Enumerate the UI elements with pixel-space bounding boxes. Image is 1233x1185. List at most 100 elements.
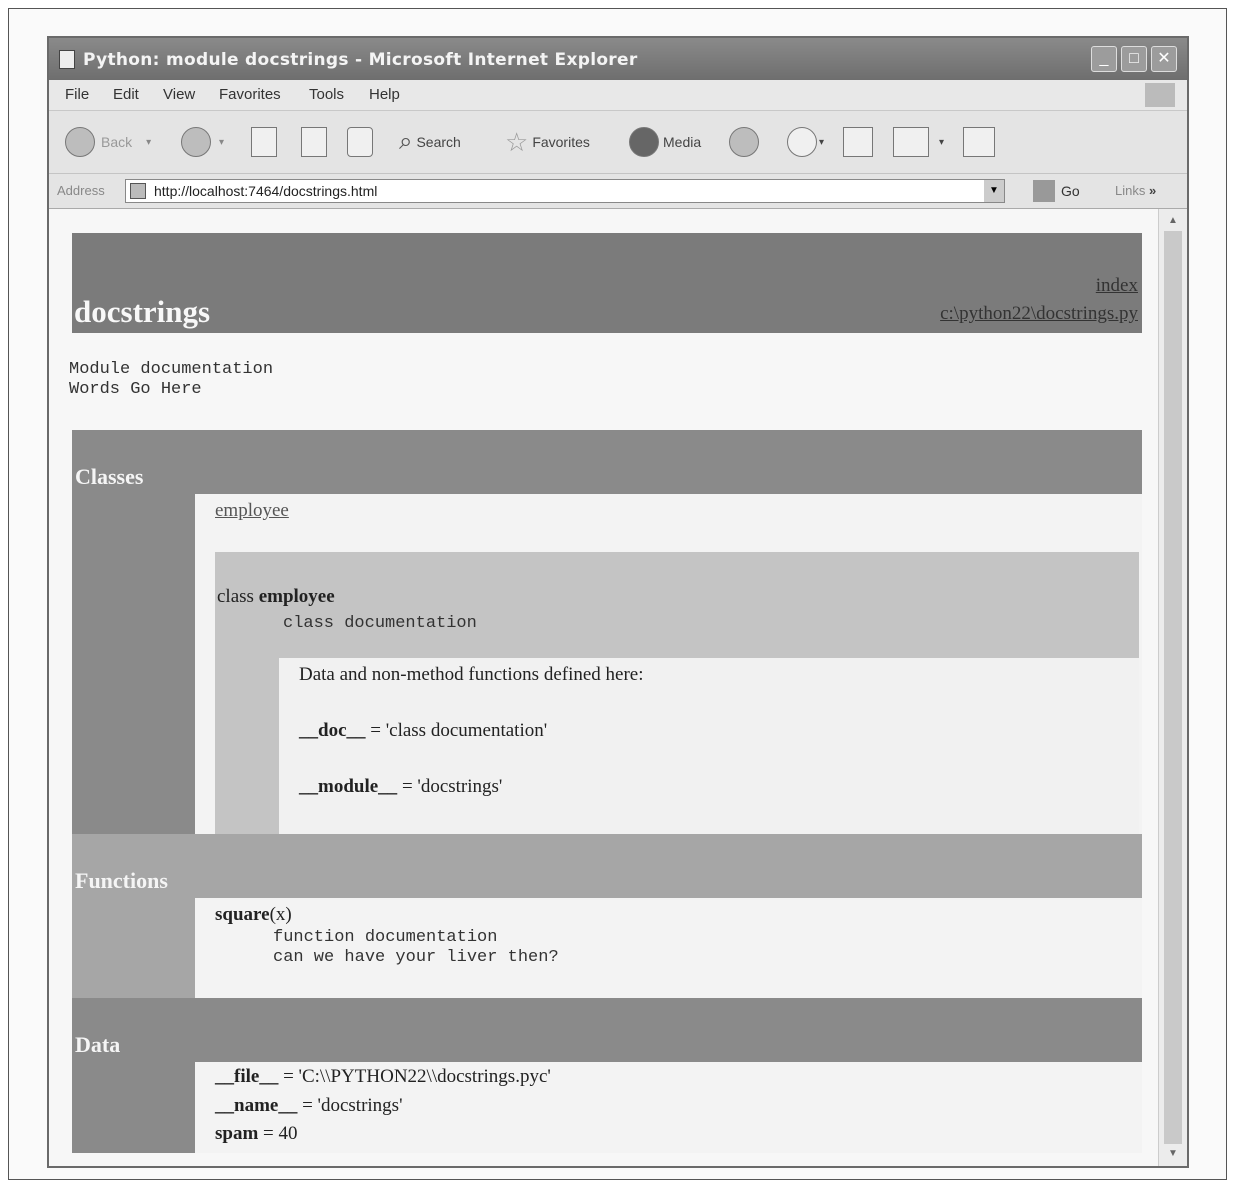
function-doc-line: function documentation — [273, 928, 498, 947]
address-label: Address — [57, 183, 105, 198]
attr-name: __module__ — [299, 776, 398, 797]
file-link[interactable]: c:\python22\docstrings.py — [940, 303, 1138, 325]
mail-dropdown-icon[interactable]: ▾ — [819, 137, 824, 148]
menu-help[interactable]: Help — [369, 86, 400, 103]
data-item: __name__ = 'docstrings' — [215, 1095, 403, 1117]
classes-body: employee class employee class documentat… — [195, 494, 1142, 834]
attr-value: = 'class documentation' — [365, 720, 548, 741]
title-bar: Python: module docstrings - Microsoft In… — [49, 38, 1187, 80]
data-value: = 'C:\\PYTHON22\\docstrings.pyc' — [278, 1066, 551, 1087]
discuss-button[interactable] — [963, 125, 995, 159]
home-button[interactable] — [347, 125, 373, 159]
edit-dropdown-icon[interactable]: ▾ — [939, 137, 944, 148]
history-icon — [729, 127, 759, 157]
forward-dropdown-icon[interactable]: ▾ — [219, 137, 224, 148]
edit-page-icon — [893, 127, 929, 157]
links-chevron-icon: » — [1148, 183, 1157, 198]
scroll-up-icon[interactable]: ▲ — [1159, 211, 1187, 231]
toolbar: Back ▾ ▾ ⌕ Search ☆ Favorites Media ▾ ▾ — [49, 111, 1187, 174]
star-icon: ☆ — [505, 126, 529, 157]
print-icon — [843, 127, 873, 157]
attr-value: = 'docstrings' — [397, 776, 503, 797]
class-employee-box: class employee class documentation Data … — [215, 552, 1139, 834]
menu-tools[interactable]: Tools — [309, 86, 344, 103]
edit-button[interactable]: ▾ — [893, 125, 944, 159]
address-input[interactable]: http://localhost:7464/docstrings.html ▼ — [125, 179, 1005, 203]
media-button[interactable]: Media — [629, 125, 701, 159]
windows-logo-icon — [1145, 83, 1175, 107]
menu-edit[interactable]: Edit — [113, 86, 139, 103]
mail-icon — [787, 127, 817, 157]
function-doc: function documentation can we have your … — [273, 928, 559, 968]
function-doc-line: can we have your liver then? — [273, 948, 559, 967]
module-heading: docstrings index c:\python22\docstrings.… — [72, 233, 1142, 333]
go-arrow-icon — [1033, 180, 1055, 202]
mail-button[interactable]: ▾ — [787, 125, 824, 159]
window-title: Python: module docstrings - Microsoft In… — [83, 50, 638, 70]
functions-body: square(x) function documentation can we … — [195, 898, 1142, 998]
home-icon — [347, 127, 373, 157]
go-label: Go — [1061, 183, 1080, 199]
favorites-button[interactable]: ☆ Favorites — [505, 125, 590, 159]
class-name: employee — [258, 586, 335, 607]
menu-favorites[interactable]: Favorites — [219, 86, 281, 103]
browser-window: Python: module docstrings - Microsoft In… — [47, 36, 1189, 1168]
class-doc: class documentation — [283, 614, 477, 633]
minimize-button[interactable]: _ — [1091, 46, 1117, 72]
attr-name: __doc__ — [299, 720, 366, 741]
data-name: __name__ — [215, 1095, 298, 1116]
back-arrow-icon — [65, 127, 95, 157]
module-doc: Module documentation Words Go Here — [69, 360, 273, 400]
history-button[interactable] — [729, 125, 759, 159]
classes-heading: Classes — [75, 464, 144, 489]
search-button[interactable]: ⌕ Search — [399, 125, 461, 159]
media-label: Media — [663, 134, 702, 150]
close-button[interactable]: ✕ — [1151, 46, 1177, 72]
address-dropdown-icon[interactable]: ▼ — [984, 180, 1004, 202]
maximize-button[interactable]: □ — [1121, 46, 1147, 72]
stop-button[interactable] — [251, 125, 277, 159]
ie-page-icon — [59, 50, 75, 69]
go-button[interactable]: Go — [1033, 180, 1080, 202]
back-button[interactable]: Back ▾ — [65, 125, 151, 159]
forward-button[interactable]: ▾ — [181, 125, 224, 159]
module-doc-line: Words Go Here — [69, 380, 202, 399]
address-url: http://localhost:7464/docstrings.html — [154, 183, 378, 199]
class-data-box: Data and non-method functions defined he… — [279, 658, 1139, 834]
class-attr-module: __module__ = 'docstrings' — [299, 776, 502, 798]
discuss-icon — [963, 127, 995, 157]
vertical-scrollbar[interactable]: ▲ ▼ — [1158, 209, 1187, 1166]
data-item: __file__ = 'C:\\PYTHON22\\docstrings.pyc… — [215, 1066, 551, 1088]
data-name: spam — [215, 1123, 259, 1144]
search-icon: ⌕ — [399, 128, 413, 155]
scroll-down-icon[interactable]: ▼ — [1159, 1144, 1187, 1164]
menu-file[interactable]: File — [65, 86, 89, 103]
menu-bar: File Edit View Favorites Tools Help — [49, 80, 1187, 111]
data-value: = 40 — [258, 1123, 298, 1144]
back-label: Back — [101, 134, 133, 150]
page-icon — [130, 183, 146, 199]
function-signature: square(x) — [215, 904, 292, 926]
print-button[interactable] — [843, 125, 873, 159]
media-icon — [629, 127, 659, 157]
data-item: spam = 40 — [215, 1123, 298, 1145]
employee-link[interactable]: employee — [215, 500, 289, 522]
refresh-button[interactable] — [301, 125, 327, 159]
class-keyword: class — [217, 586, 254, 607]
search-label: Search — [416, 134, 461, 150]
data-note: Data and non-method functions defined he… — [299, 664, 644, 685]
functions-heading: Functions — [75, 868, 168, 893]
class-signature: class employee — [217, 586, 335, 608]
menu-view[interactable]: View — [163, 86, 195, 103]
index-link[interactable]: index — [1096, 275, 1138, 297]
refresh-icon — [301, 127, 327, 157]
page-content: docstrings index c:\python22\docstrings.… — [49, 209, 1159, 1166]
back-dropdown-icon[interactable]: ▾ — [146, 137, 151, 148]
data-body: __file__ = 'C:\\PYTHON22\\docstrings.pyc… — [195, 1062, 1142, 1153]
data-name: __file__ — [215, 1066, 279, 1087]
data-heading: Data — [75, 1032, 121, 1057]
module-title: docstrings — [74, 294, 211, 329]
forward-arrow-icon — [181, 127, 211, 157]
links-button[interactable]: Links » — [1115, 183, 1156, 198]
scroll-thumb[interactable] — [1164, 231, 1182, 1144]
